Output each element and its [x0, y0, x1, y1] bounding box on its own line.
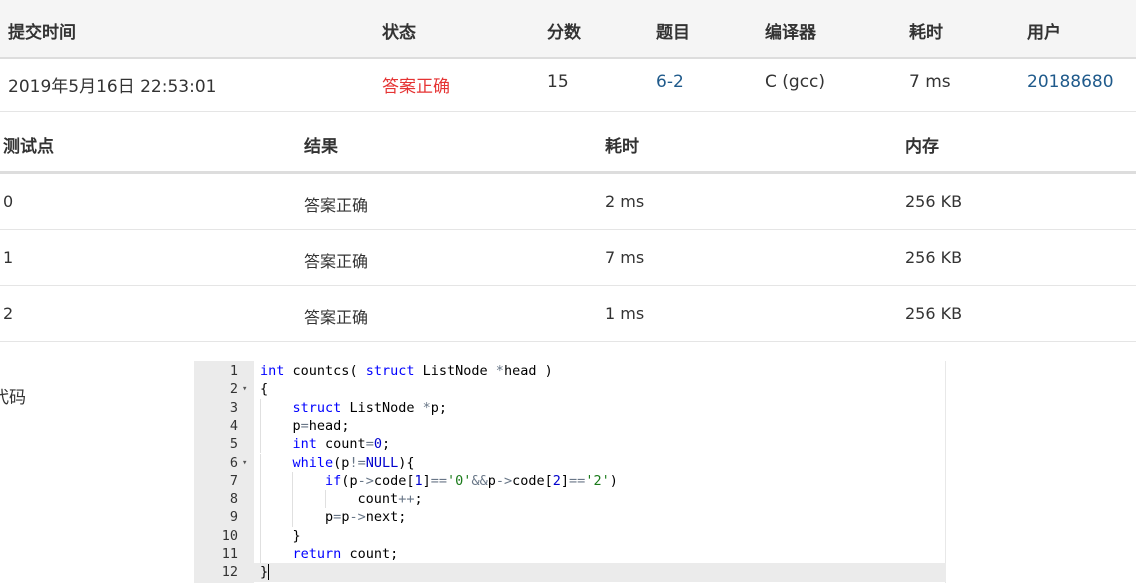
fold-toggle-icon[interactable]: ▾: [242, 380, 252, 398]
header-result: 结果: [304, 137, 338, 157]
header-submit-time: 提交时间: [8, 23, 76, 43]
code-line[interactable]: 7 if(p->code[1]=='0'&&p->code[2]=='2'): [194, 471, 946, 491]
line-number: 2: [229, 381, 238, 398]
testcase-memory: 256 KB: [905, 248, 963, 267]
header-problem: 题目: [656, 23, 690, 43]
code-line[interactable]: 12}: [194, 563, 946, 582]
line-number: 5: [229, 436, 238, 453]
text-cursor: [268, 564, 270, 581]
code-text: count++;: [357, 491, 423, 508]
header-compiler: 编译器: [765, 23, 816, 43]
testcase-duration: 7 ms: [605, 248, 645, 267]
code-editor[interactable]: 1 int countcs( struct ListNode *head ) 2 ▾{…: [194, 361, 946, 583]
testcase-memory: 256 KB: [905, 192, 963, 211]
testcase-duration: 2 ms: [605, 192, 645, 211]
code-text: }: [260, 527, 301, 544]
line-number: 7: [229, 472, 238, 489]
line-number: 11: [221, 546, 238, 562]
status-accepted: 答案正确: [382, 77, 450, 97]
code-text: return count;: [292, 546, 399, 562]
header-tc-duration: 耗时: [605, 137, 639, 157]
line-number: 6: [229, 454, 238, 471]
testcase-result: 答案正确: [304, 196, 369, 215]
header-score: 分数: [547, 23, 581, 43]
code-line[interactable]: 8 count++;: [194, 490, 946, 509]
code-line[interactable]: 9 p=p->next;: [194, 508, 946, 527]
score-value: 15: [547, 72, 569, 92]
testcase-row: 0 答案正确 2 ms 256 KB: [0, 174, 1136, 230]
code-line[interactable]: 5 int count=0;: [194, 435, 946, 454]
line-number: 12: [221, 564, 238, 581]
testcase-id: 0: [3, 192, 14, 211]
testcase-result: 答案正确: [304, 252, 369, 271]
code-line[interactable]: 3 struct ListNode *p;: [194, 398, 946, 417]
code-line[interactable]: 1 int countcs( struct ListNode *head ): [194, 362, 946, 380]
code-text: {: [260, 381, 269, 398]
code-text: }: [260, 564, 270, 581]
code-line[interactable]: 2 ▾ {: [194, 380, 946, 398]
code-text: p=head;: [292, 417, 350, 434]
code-text: struct ListNode *p;: [292, 399, 448, 416]
code-text: while(p!=NULL){: [292, 454, 415, 471]
code-line[interactable]: 11 return count;: [194, 545, 946, 564]
duration-value: 7 ms: [909, 72, 951, 92]
problem-link[interactable]: 6-2: [656, 72, 684, 92]
code-label: 代码: [0, 388, 26, 408]
submission-row: 2019年5月16日 22:53:01 答案正确 15 6-2 C (gcc) …: [0, 59, 1136, 112]
header-memory: 内存: [905, 137, 939, 157]
code-text: if(p->code[1]=='0'&&p->code[2]=='2'): [325, 472, 618, 489]
compiler-value: C (gcc): [765, 72, 826, 92]
testcase-memory: 256 KB: [905, 304, 963, 323]
testcase-row: 2 答案正确 1 ms 256 KB: [0, 286, 1136, 342]
line-number: 4: [229, 417, 238, 434]
code-text: int count=0;: [292, 436, 391, 453]
header-duration: 耗时: [909, 23, 943, 43]
header-user: 用户: [1027, 23, 1061, 43]
testcase-result: 答案正确: [304, 308, 369, 327]
header-status: 状态: [382, 23, 416, 43]
line-number: 9: [229, 509, 238, 526]
line-number: 10: [221, 527, 238, 544]
testcase-id: 1: [3, 248, 14, 267]
code-text: int countcs( struct ListNode *head ): [260, 363, 553, 379]
submission-table-header: 提交时间 状态 分数 题目 编译器 耗时 用户: [0, 0, 1136, 59]
testcase-id: 2: [3, 304, 14, 323]
code-line[interactable]: 4 p=head;: [194, 416, 946, 436]
fold-toggle-icon[interactable]: ▾: [242, 454, 252, 472]
code-line[interactable]: 6 ▾ while(p!=NULL){: [194, 453, 946, 472]
code-text: p=p->next;: [325, 509, 407, 526]
user-link[interactable]: 20188680: [1027, 72, 1114, 92]
line-number: 1: [229, 363, 238, 379]
line-number: 3: [229, 399, 238, 416]
submit-time: 2019年5月16日 22:53:01: [8, 77, 217, 97]
header-testcase: 测试点: [3, 137, 54, 157]
code-line[interactable]: 10 }: [194, 526, 946, 545]
testcase-table-header: 测试点 结果 耗时 内存: [0, 112, 1136, 174]
testcase-row: 1 答案正确 7 ms 256 KB: [0, 230, 1136, 286]
line-number: 8: [229, 491, 238, 508]
testcase-duration: 1 ms: [605, 304, 645, 323]
